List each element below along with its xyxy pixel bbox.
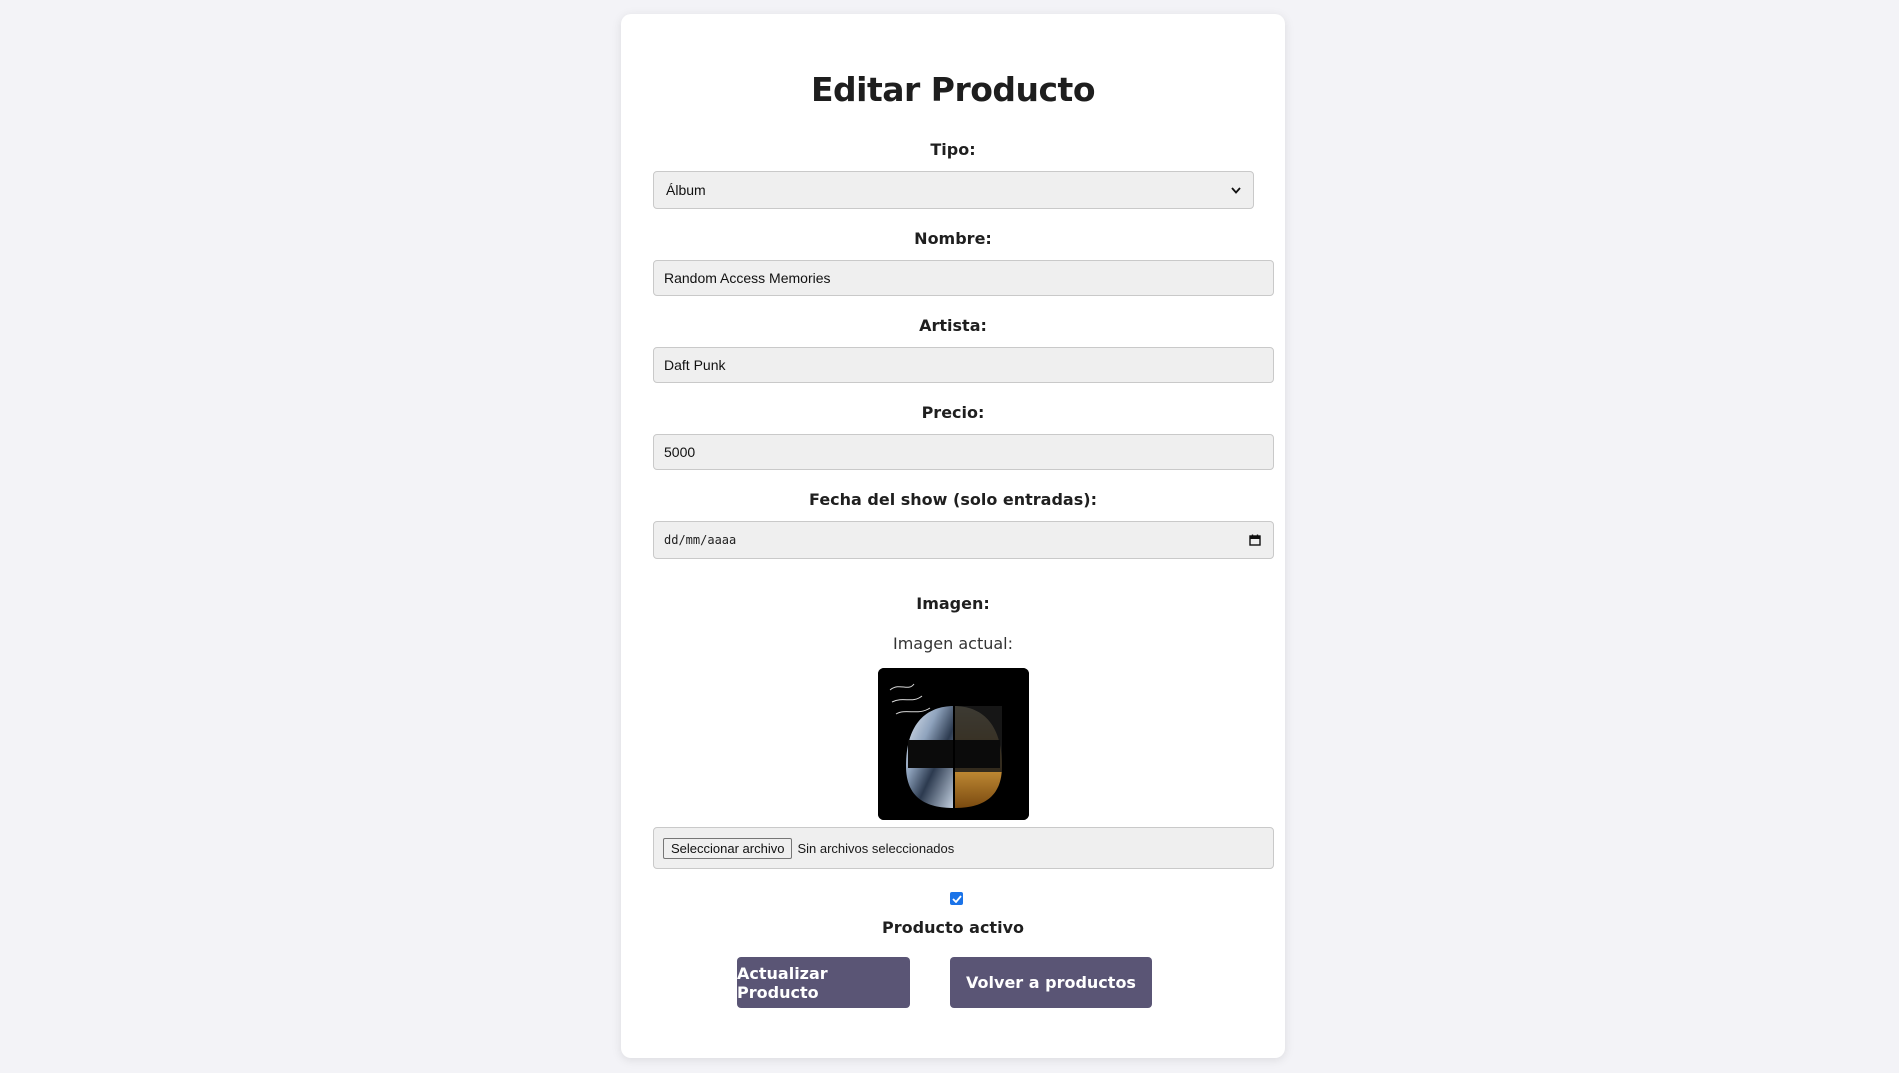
fecha-label: Fecha del show (solo entradas): — [809, 490, 1097, 509]
calendar-icon[interactable] — [1249, 533, 1263, 547]
precio-label: Precio: — [921, 403, 985, 422]
active-checkbox-label: Producto activo — [882, 918, 1024, 937]
nombre-label: Nombre: — [914, 229, 992, 248]
checkmark-icon — [951, 894, 962, 903]
tipo-select[interactable]: Álbum — [653, 171, 1254, 209]
current-product-image — [878, 668, 1029, 820]
artista-input-value: Daft Punk — [664, 357, 726, 373]
update-product-button[interactable]: Actualizar Producto — [737, 957, 910, 1008]
tipo-select-value: Álbum — [666, 182, 706, 198]
nombre-input-value: Random Access Memories — [664, 270, 831, 286]
chevron-down-icon — [1231, 185, 1241, 195]
edit-product-card: Editar Producto Tipo: Álbum Nombre: Rand… — [621, 14, 1285, 1058]
artista-label: Artista: — [919, 316, 987, 335]
fecha-date-input[interactable]: dd/mm/aaaa — [653, 521, 1274, 559]
artista-input[interactable]: Daft Punk — [653, 347, 1274, 383]
select-file-button[interactable]: Seleccionar archivo — [663, 837, 793, 859]
imagen-actual-label: Imagen actual: — [893, 634, 1013, 653]
page-title: Editar Producto — [810, 70, 1096, 109]
back-to-products-button[interactable]: Volver a productos — [950, 957, 1152, 1008]
fecha-placeholder: dd/mm/aaaa — [664, 533, 737, 547]
file-input[interactable]: Seleccionar archivo Sin archivos selecci… — [653, 827, 1274, 869]
nombre-input[interactable]: Random Access Memories — [653, 260, 1274, 296]
file-status-text: Sin archivos seleccionados — [797, 840, 955, 856]
precio-input-value: 5000 — [664, 444, 696, 460]
active-checkbox[interactable] — [950, 892, 963, 905]
precio-input[interactable]: 5000 — [653, 434, 1274, 470]
tipo-label: Tipo: — [930, 140, 976, 159]
imagen-label: Imagen: — [916, 594, 990, 613]
